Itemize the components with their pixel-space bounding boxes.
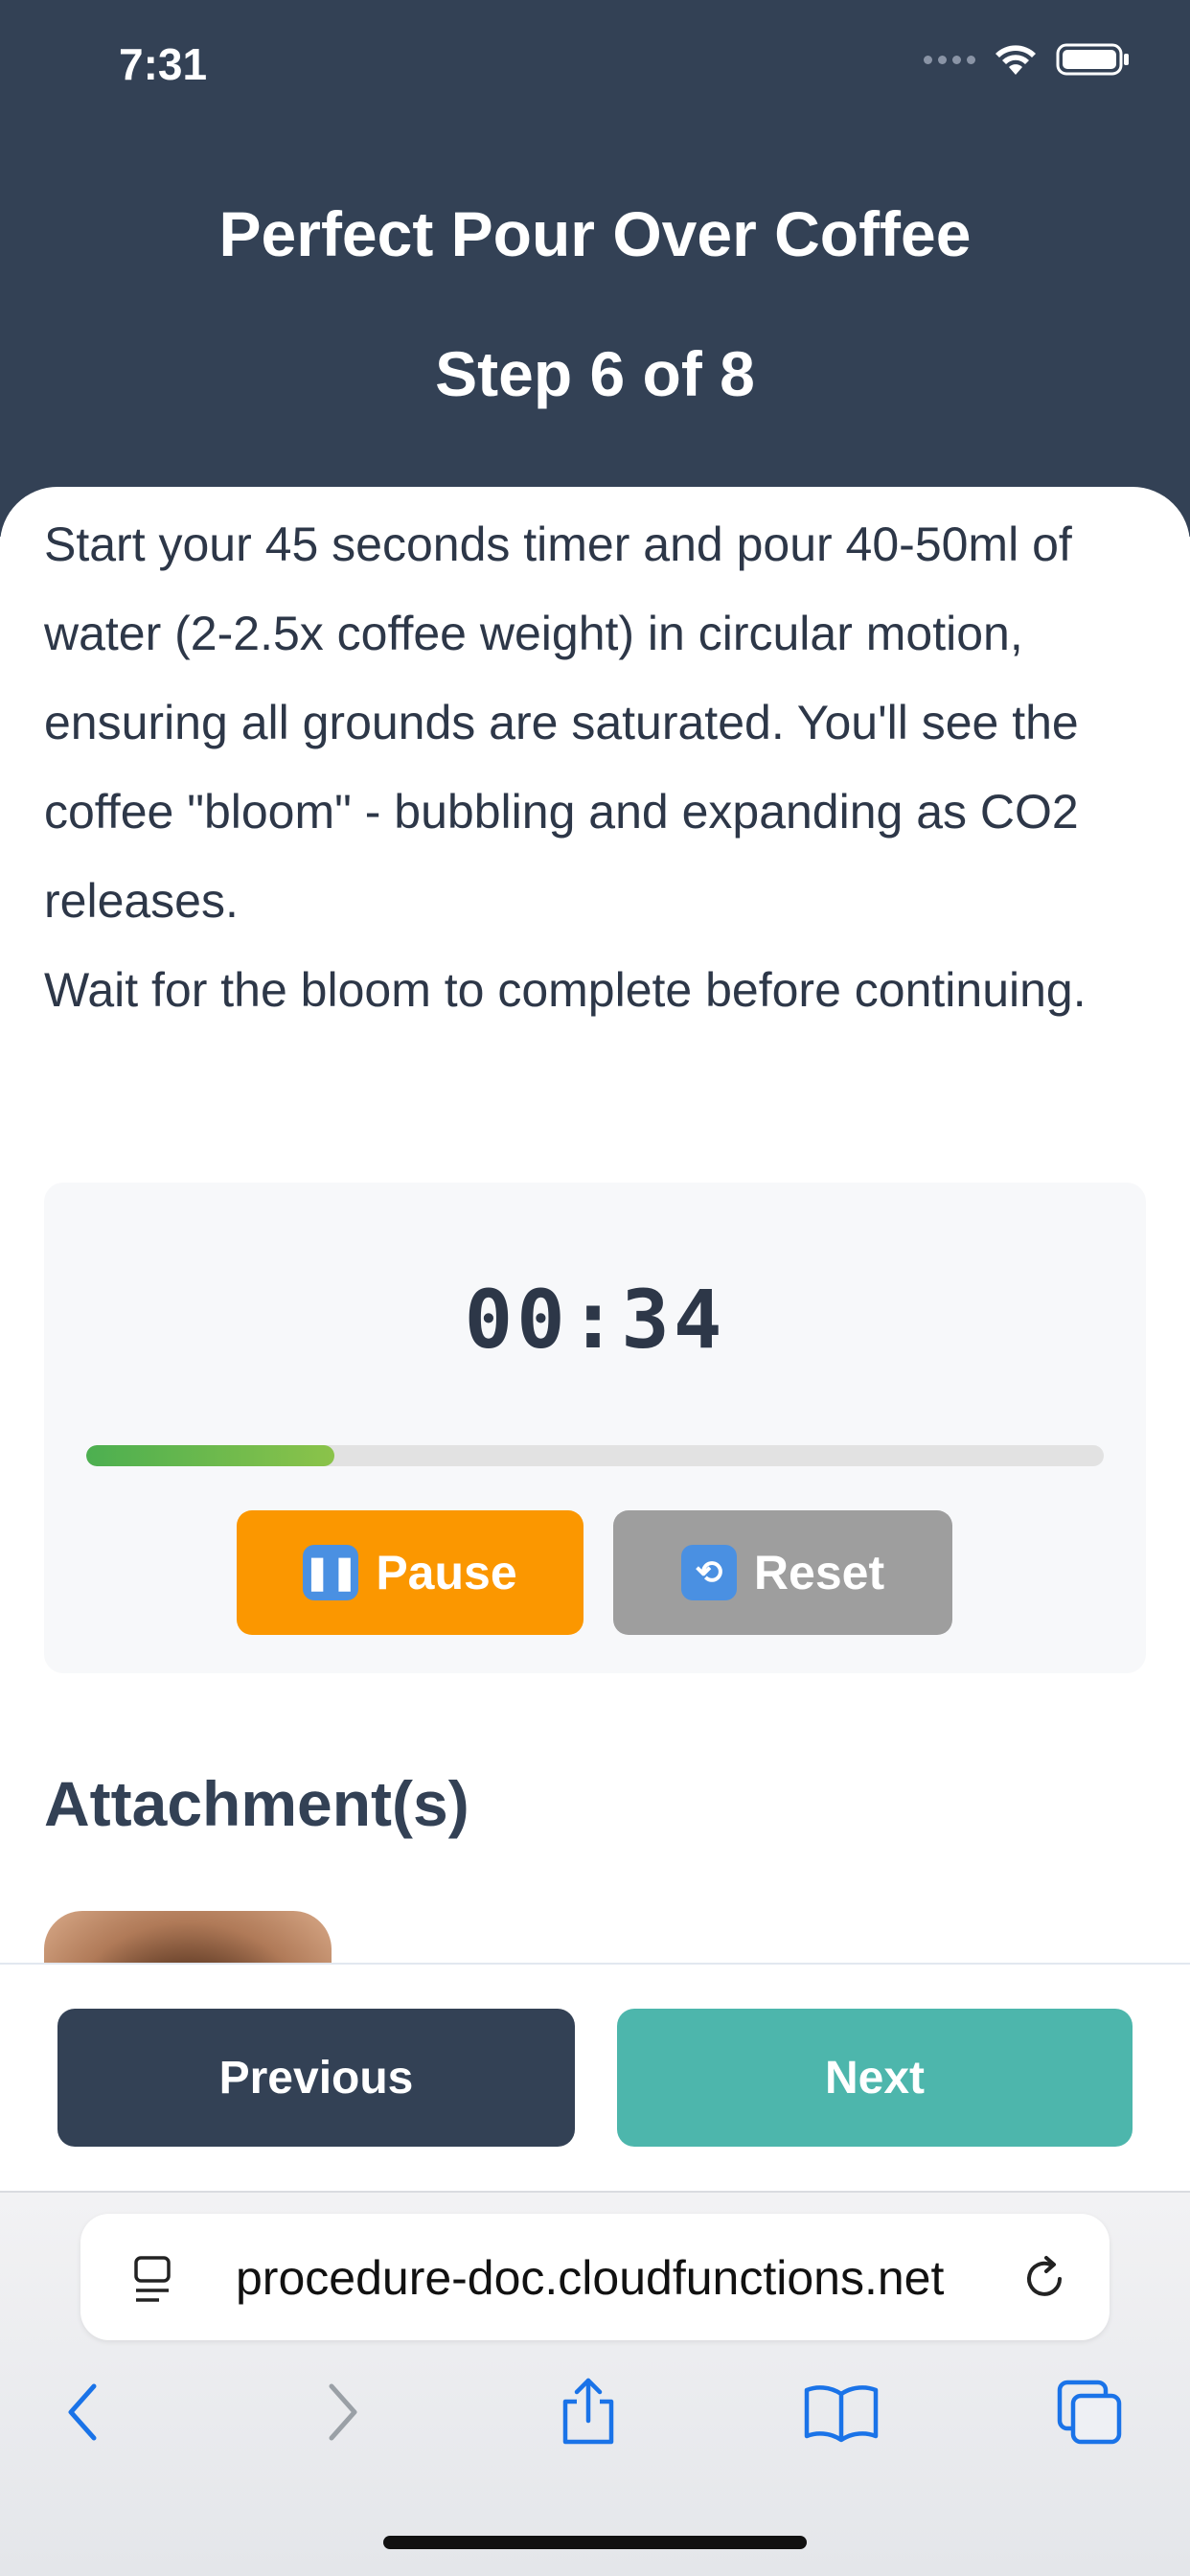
bookmarks-icon[interactable] xyxy=(803,2377,880,2448)
attachment-thumbnail[interactable] xyxy=(44,1911,332,1963)
pause-emoji-icon: ❚❚ xyxy=(303,1545,359,1600)
step-indicator: Step 6 of 8 xyxy=(435,338,755,409)
reload-icon[interactable] xyxy=(1018,2252,1071,2306)
counterclockwise-arrows-emoji-icon: ⟲ xyxy=(680,1545,737,1600)
step-instructions: Start your 45 seconds timer and pour 40-… xyxy=(44,500,1156,1035)
home-indicator[interactable] xyxy=(383,2536,807,2549)
timer-progress-bar xyxy=(86,1445,1104,1466)
tabs-icon[interactable] xyxy=(1056,2377,1125,2448)
next-button[interactable]: Next xyxy=(617,2009,1133,2147)
pause-button[interactable]: ❚❚ Pause xyxy=(237,1510,584,1635)
attachments-heading: Attachment(s) xyxy=(44,1768,469,1839)
status-time: 7:31 xyxy=(119,39,208,89)
timer-progress-fill xyxy=(86,1445,335,1466)
status-indicators xyxy=(924,42,1131,77)
timer-panel xyxy=(44,1183,1146,1673)
forward-icon[interactable] xyxy=(316,2377,368,2448)
previous-button[interactable]: Previous xyxy=(57,2009,575,2147)
reset-label: Reset xyxy=(753,1546,885,1599)
back-icon[interactable] xyxy=(57,2377,109,2448)
cellular-signal-icon xyxy=(924,55,975,64)
instruction-paragraph: Wait for the bloom to complete before co… xyxy=(44,963,1087,1017)
battery-icon xyxy=(1056,43,1129,76)
share-icon[interactable] xyxy=(558,2377,619,2448)
reset-button[interactable]: ⟲ Reset xyxy=(613,1510,952,1635)
procedure-title: Perfect Pour Over Coffee xyxy=(218,198,972,269)
timer-display: 00:34 xyxy=(464,1273,726,1367)
page-menu-icon[interactable] xyxy=(130,2252,176,2306)
wifi-icon xyxy=(995,45,1036,75)
instruction-paragraph: Start your 45 seconds timer and pour 40-… xyxy=(44,518,1079,928)
pause-label: Pause xyxy=(376,1546,517,1599)
url-text: procedure-doc.cloudfunctions.net xyxy=(236,2251,945,2305)
